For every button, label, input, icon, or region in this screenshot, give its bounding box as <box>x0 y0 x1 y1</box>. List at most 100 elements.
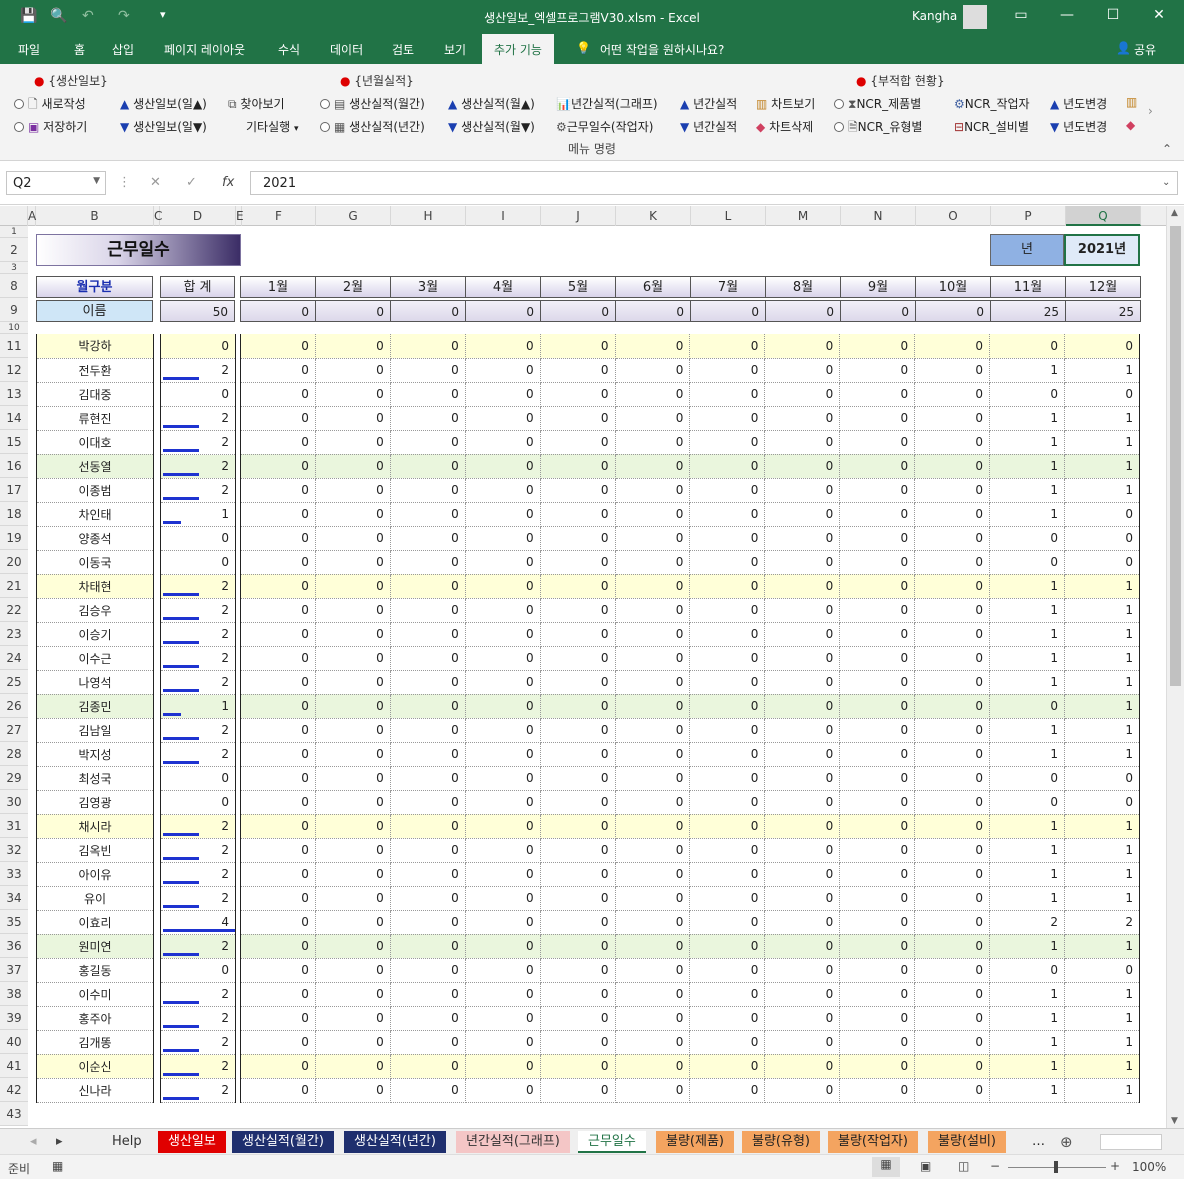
month-value-cell[interactable]: 1 <box>1064 646 1141 671</box>
total-cell[interactable]: 0 <box>160 790 236 815</box>
month-value-cell[interactable]: 0 <box>839 886 916 911</box>
month-value-cell[interactable]: 0 <box>914 742 991 767</box>
month-value-cell[interactable]: 0 <box>240 334 316 359</box>
row-header[interactable]: 9 <box>0 298 28 322</box>
month-value-cell[interactable]: 0 <box>839 910 916 935</box>
horizontal-scrollbar[interactable] <box>1100 1134 1162 1150</box>
month-value-cell[interactable]: 0 <box>390 478 466 503</box>
month-value-cell[interactable]: 0 <box>615 982 691 1007</box>
month-value-cell[interactable]: 0 <box>315 1054 391 1079</box>
month-value-cell[interactable]: 0 <box>390 694 466 719</box>
month-value-cell[interactable]: 0 <box>764 382 841 407</box>
month-value-cell[interactable]: 0 <box>540 526 616 551</box>
month-value-cell[interactable]: 0 <box>315 454 391 479</box>
month-value-cell[interactable]: 0 <box>839 454 916 479</box>
month-value-cell[interactable]: 0 <box>465 910 541 935</box>
month-value-cell[interactable]: 0 <box>764 838 841 863</box>
tab-page-layout[interactable]: 페이지 레이아웃 <box>164 41 245 58</box>
total-cell[interactable]: 2 <box>160 862 236 887</box>
month-value-cell[interactable]: 0 <box>390 454 466 479</box>
month-value-cell[interactable]: 0 <box>315 742 391 767</box>
month-value-cell[interactable]: 0 <box>465 670 541 695</box>
month-value-cell[interactable]: 0 <box>390 670 466 695</box>
total-cell[interactable]: 2 <box>160 598 236 623</box>
month-value-cell[interactable]: 0 <box>764 766 841 791</box>
total-cell[interactable]: 2 <box>160 670 236 695</box>
monthly-perf-button[interactable]: ▤ 생산실적(월간) <box>320 95 425 112</box>
month-value-cell[interactable]: 1 <box>1064 1078 1141 1103</box>
month-value-cell[interactable]: 1 <box>989 598 1065 623</box>
month-value-cell[interactable]: 0 <box>465 526 541 551</box>
row-header[interactable]: 15 <box>0 430 28 454</box>
month-value-cell[interactable]: 0 <box>240 790 316 815</box>
month-total-cell[interactable]: 0 <box>465 300 541 322</box>
month-value-cell[interactable]: 0 <box>1064 766 1141 791</box>
month-value-cell[interactable]: 1 <box>989 622 1065 647</box>
month-value-cell[interactable]: 0 <box>914 862 991 887</box>
month-value-cell[interactable]: 0 <box>1064 958 1141 983</box>
month-value-cell[interactable]: 0 <box>465 718 541 743</box>
month-value-cell[interactable]: 0 <box>615 934 691 959</box>
month-value-cell[interactable]: 0 <box>465 646 541 671</box>
employee-name-cell[interactable]: 차태현 <box>36 574 154 599</box>
month-value-cell[interactable]: 0 <box>615 334 691 359</box>
month-value-cell[interactable]: 0 <box>689 886 766 911</box>
save-doc-button[interactable]: ▣ 저장하기 <box>14 118 87 135</box>
month-value-cell[interactable]: 0 <box>914 982 991 1007</box>
month-value-cell[interactable]: 2 <box>1064 910 1141 935</box>
month-value-cell[interactable]: 0 <box>689 1006 766 1031</box>
month-value-cell[interactable]: 0 <box>390 886 466 911</box>
month-value-cell[interactable]: 0 <box>540 862 616 887</box>
month-value-cell[interactable]: 0 <box>540 886 616 911</box>
month-value-cell[interactable]: 0 <box>989 526 1065 551</box>
month-value-cell[interactable]: 0 <box>465 886 541 911</box>
month-value-cell[interactable]: 0 <box>465 958 541 983</box>
month-value-cell[interactable]: 0 <box>615 478 691 503</box>
month-value-cell[interactable]: 0 <box>914 502 991 527</box>
month-value-cell[interactable]: 0 <box>615 430 691 455</box>
column-header[interactable]: L <box>691 206 766 226</box>
month-value-cell[interactable]: 0 <box>839 358 916 383</box>
month-value-cell[interactable]: 0 <box>914 718 991 743</box>
month-value-cell[interactable]: 0 <box>390 838 466 863</box>
employee-name-cell[interactable]: 류현진 <box>36 406 154 431</box>
employee-name-cell[interactable]: 김승우 <box>36 598 154 623</box>
total-cell[interactable]: 2 <box>160 886 236 911</box>
total-cell[interactable]: 2 <box>160 622 236 647</box>
total-cell[interactable]: 2 <box>160 1078 236 1103</box>
month-value-cell[interactable]: 0 <box>240 958 316 983</box>
month-value-cell[interactable]: 1 <box>1064 1030 1141 1055</box>
total-cell[interactable]: 0 <box>160 766 236 791</box>
ncr-type-button[interactable]: 🗎NCR_유형별 <box>834 118 922 139</box>
month-value-cell[interactable]: 0 <box>465 550 541 575</box>
month-value-cell[interactable]: 0 <box>615 1030 691 1055</box>
month-value-cell[interactable]: 0 <box>240 358 316 383</box>
year-change-up-button[interactable]: ▲ 년도변경 <box>1050 95 1107 112</box>
month-value-cell[interactable]: 0 <box>914 910 991 935</box>
month-value-cell[interactable]: 0 <box>839 790 916 815</box>
month-value-cell[interactable]: 0 <box>914 694 991 719</box>
ribbon-display-icon[interactable]: ▭ <box>1006 7 1036 23</box>
row-header[interactable]: 16 <box>0 454 28 478</box>
month-value-cell[interactable]: 1 <box>989 862 1065 887</box>
yearly-down-button[interactable]: ▼ 년간실적 <box>680 118 737 135</box>
tab-file[interactable]: 파일 <box>18 41 40 58</box>
month-value-cell[interactable]: 0 <box>989 958 1065 983</box>
month-value-cell[interactable]: 0 <box>240 982 316 1007</box>
row-header[interactable]: 19 <box>0 526 28 550</box>
row-header[interactable]: 3 <box>0 262 28 274</box>
month-value-cell[interactable]: 0 <box>839 502 916 527</box>
employee-name-cell[interactable]: 최성국 <box>36 766 154 791</box>
select-all-corner[interactable] <box>0 206 28 226</box>
month-value-cell[interactable]: 0 <box>1064 526 1141 551</box>
month-value-cell[interactable]: 0 <box>689 550 766 575</box>
employee-name-cell[interactable]: 유이 <box>36 886 154 911</box>
month-value-cell[interactable]: 0 <box>914 886 991 911</box>
month-total-cell[interactable]: 25 <box>1065 300 1141 322</box>
month-value-cell[interactable]: 0 <box>240 526 316 551</box>
total-cell[interactable]: 2 <box>160 1054 236 1079</box>
total-cell[interactable]: 2 <box>160 1006 236 1031</box>
row-header[interactable]: 1 <box>0 226 28 238</box>
month-total-cell[interactable]: 0 <box>615 300 691 322</box>
month-value-cell[interactable]: 1 <box>1064 814 1141 839</box>
